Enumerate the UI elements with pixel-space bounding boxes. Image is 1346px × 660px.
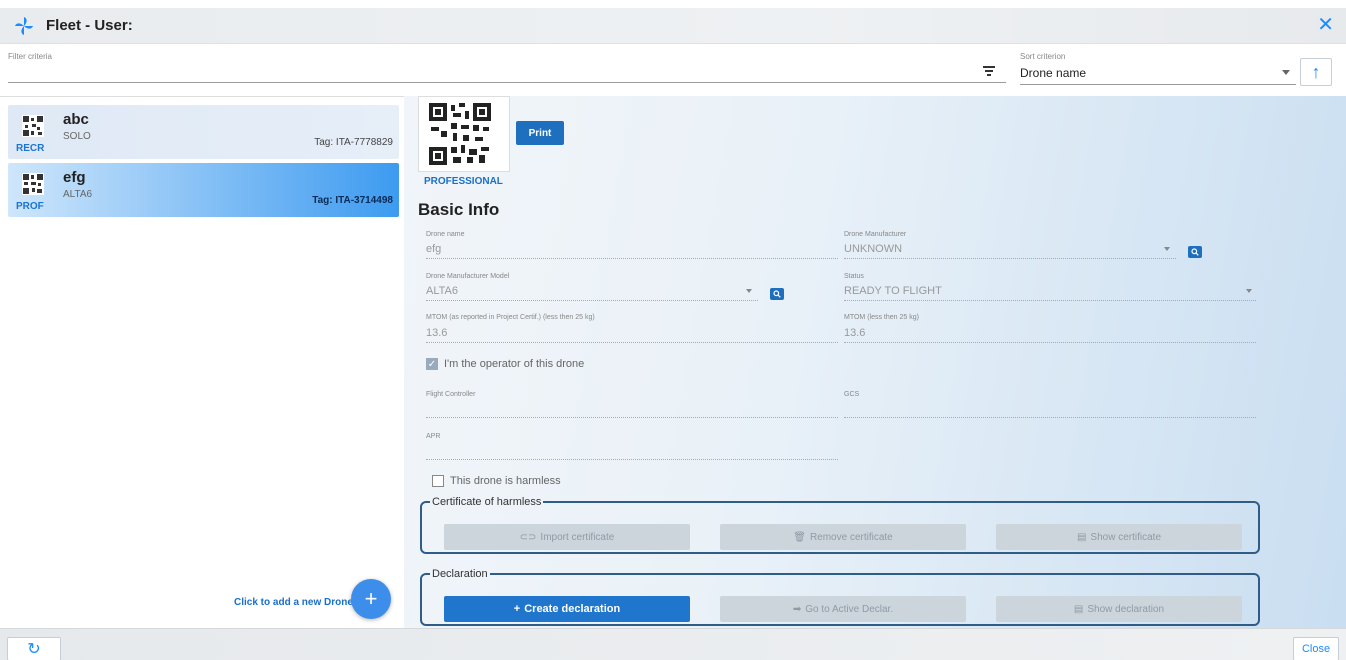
chevron-down-icon[interactable] [1246,289,1252,293]
show-certificate-button[interactable]: ▤ Show certificate [996,524,1242,550]
drone-detail-panel: Print PROFESSIONAL Basic Info Drone name… [404,96,1346,628]
mtom-field[interactable]: 13.6 [844,327,865,339]
filter-label: Filter criteria [8,52,53,61]
status-label: Status [844,273,864,280]
document-icon: ▤ [1076,531,1087,543]
mtom-underline [844,342,1256,343]
manufacturer-select[interactable]: UNKNOWN [844,243,902,255]
filter-input[interactable] [8,82,1006,83]
operator-checkbox-label: I'm the operator of this drone [444,358,585,370]
search-icon [1191,248,1199,256]
title-bar: Fleet - User: ✕ [0,8,1346,44]
mtom-label: MTOM (less then 25 kg) [844,314,919,321]
drone-card-efg[interactable]: PROF efg ALTA6 Tag: ITA-3714498 [8,163,399,217]
add-drone-hint: Click to add a new Drone. [234,597,356,608]
qr-code-icon [22,173,44,195]
mtom-cert-field[interactable]: 13.6 [426,327,447,339]
declaration-group-legend: Declaration [432,568,488,580]
import-certificate-button[interactable]: ⊂⊃ Import certificate [444,524,690,550]
drone-tag: Tag: ITA-7778829 [314,137,393,148]
drone-name-label: Drone name [426,231,465,238]
manufacturer-search-button[interactable] [1188,246,1202,258]
create-declaration-label: Create declaration [524,603,621,615]
drone-name: efg [63,169,86,186]
show-declaration-label: Show declaration [1087,603,1165,615]
drone-tag: Tag: ITA-3714498 [312,195,393,206]
qr-code-icon [429,103,491,165]
trash-icon: 🗑 [793,531,806,543]
mtom-cert-underline [426,342,838,343]
add-drone-button[interactable]: + [351,579,391,619]
fan-logo-icon [14,16,34,36]
import-certificate-label: Import certificate [540,531,615,543]
status-underline [844,300,1256,301]
create-declaration-button[interactable]: + Create declaration [444,596,690,622]
window-title: Fleet - User: [46,17,133,34]
arrow-right-icon: ➡ [792,603,802,615]
chevron-down-icon[interactable] [1282,70,1290,75]
footer-bar: ↻ Close [0,628,1346,660]
operator-checkbox[interactable]: ✓ [426,358,438,370]
qr-code-box [418,96,510,172]
drone-name-underline [426,258,838,259]
status-select[interactable]: READY TO FLIGHT [844,285,942,297]
remove-certificate-label: Remove certificate [809,531,893,543]
drone-card-abc[interactable]: RECR abc SOLO Tag: ITA-7778829 [8,105,399,159]
paperclip-icon: ⊂⊃ [519,531,537,543]
harmless-checkbox-label: This drone is harmless [450,475,561,487]
drone-kind-badge: PROF [16,201,44,212]
sort-direction-button[interactable]: ↑ [1300,58,1332,86]
close-button[interactable]: Close [1293,637,1339,660]
chevron-down-icon[interactable] [746,289,752,293]
show-declaration-button[interactable]: ▤ Show declaration [996,596,1242,622]
drone-list: RECR abc SOLO Tag: ITA-7778829 PROF efg … [0,96,404,628]
go-to-active-declaration-label: Go to Active Declar. [805,603,894,615]
filter-lines-icon[interactable] [982,64,996,78]
refresh-icon: ↻ [27,641,41,658]
harmless-checkbox[interactable] [432,475,444,487]
gcs-field[interactable] [844,417,1256,418]
sort-select[interactable]: Drone name [1020,66,1086,80]
remove-certificate-button[interactable]: 🗑 Remove certificate [720,524,966,550]
sort-label: Sort criterion [1020,52,1066,61]
model-label: Drone Manufacturer Model [426,273,510,280]
mtom-cert-label: MTOM (as reported in Project Certif.) (l… [426,314,595,321]
arrow-up-icon: ↑ [1311,61,1321,82]
search-icon [773,290,781,298]
chevron-down-icon[interactable] [1164,247,1170,251]
qr-code-icon [22,115,44,137]
certificate-group: Certificate of harmless ⊂⊃ Import certif… [420,496,1260,554]
drone-kind-badge: RECR [16,143,45,154]
gcs-label: GCS [844,391,860,398]
model-underline [426,300,758,301]
flight-controller-field[interactable] [426,417,838,418]
refresh-button[interactable]: ↻ [7,637,61,660]
model-search-button[interactable] [770,288,784,300]
show-certificate-label: Show certificate [1090,531,1162,543]
drone-model: SOLO [63,131,91,142]
apr-field[interactable] [426,459,838,460]
manufacturer-label: Drone Manufacturer [844,231,907,238]
go-to-active-declaration-button[interactable]: ➡ Go to Active Declar. [720,596,966,622]
drone-model: ALTA6 [63,189,93,200]
print-button[interactable]: Print [516,121,564,145]
certificate-group-legend: Certificate of harmless [432,496,542,508]
drone-category: PROFESSIONAL [424,176,503,187]
sort-underline [1020,84,1296,85]
section-title-basic-info: Basic Info [418,200,500,219]
plus-icon: + [513,603,521,615]
declaration-group: Declaration + Create declaration ➡ Go to… [420,568,1260,626]
model-select[interactable]: ALTA6 [426,285,458,297]
flight-controller-label: Flight Controller [426,391,476,398]
operator-checkbox-row[interactable]: ✓ I'm the operator of this drone [426,358,584,370]
harmless-checkbox-row[interactable]: This drone is harmless [432,475,561,487]
manufacturer-underline [844,258,1176,259]
close-x-icon[interactable]: ✕ [1317,15,1334,35]
drone-name-field[interactable]: efg [426,243,441,255]
document-icon: ▤ [1073,603,1084,615]
drone-name: abc [63,111,89,128]
apr-label: APR [426,433,441,440]
